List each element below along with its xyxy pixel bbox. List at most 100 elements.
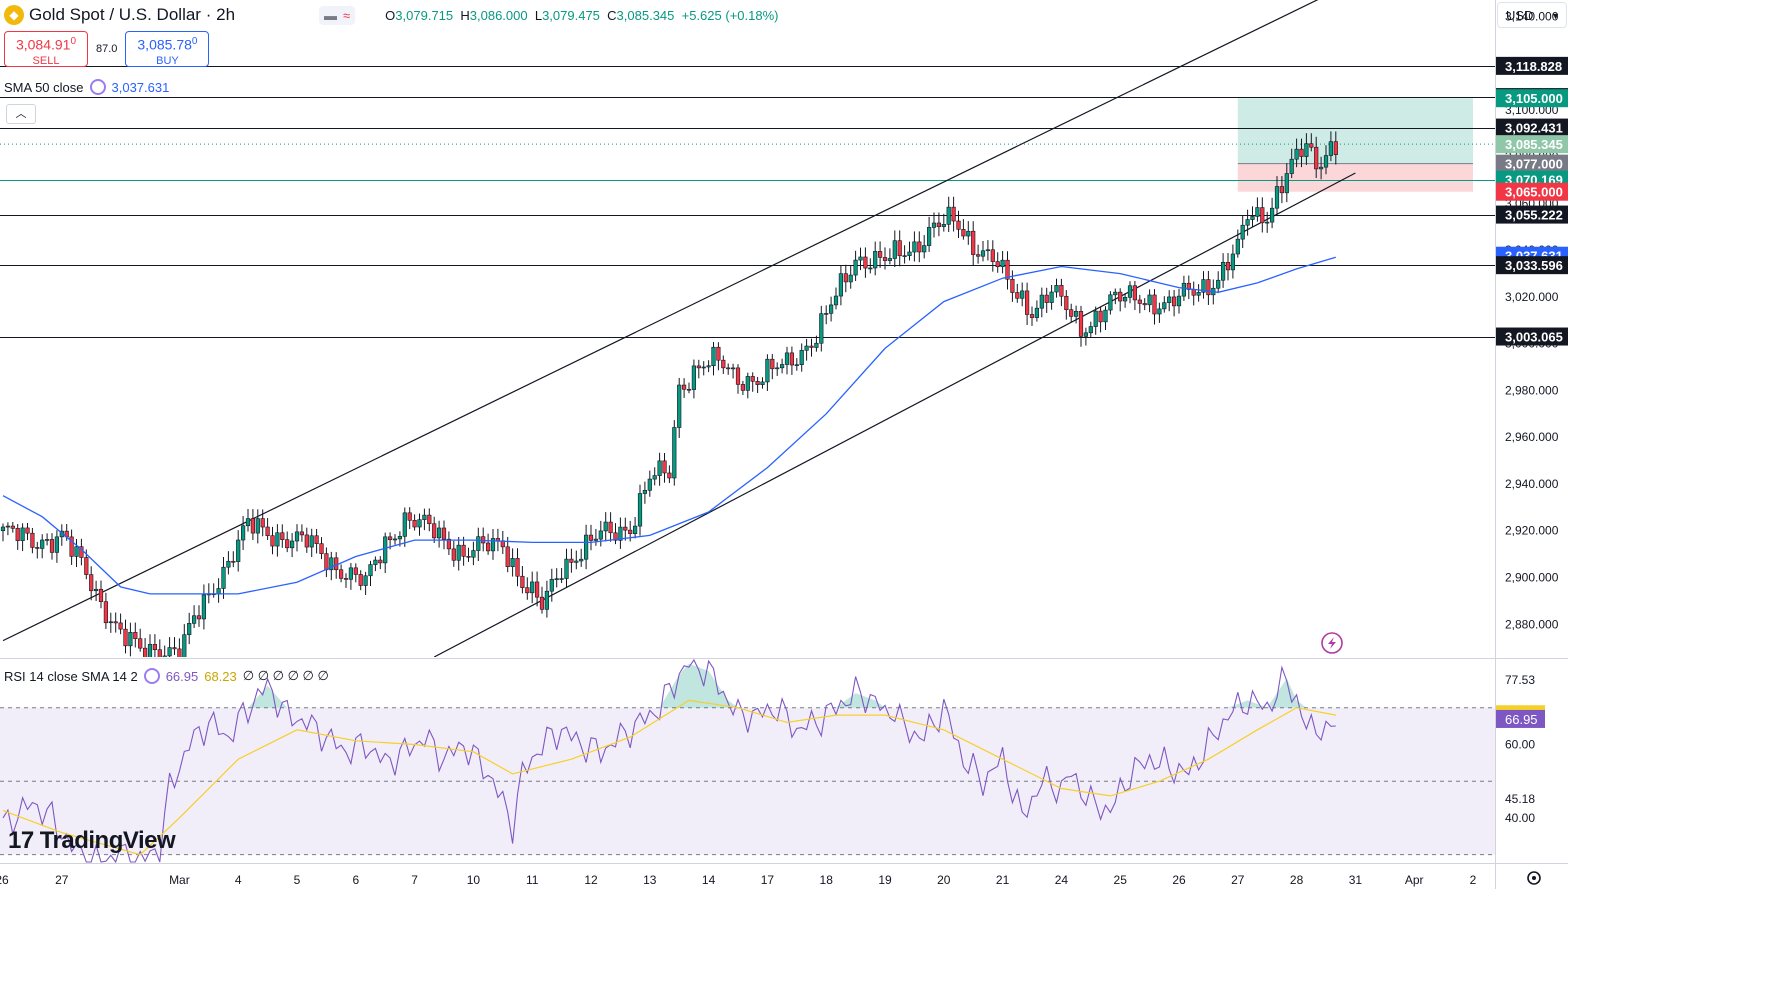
candle-body: [245, 518, 251, 527]
candle-body: [1069, 309, 1074, 317]
candle-body: [1328, 141, 1333, 156]
candle: [833, 287, 839, 310]
buy-button[interactable]: 3,085.780 BUY: [125, 31, 210, 67]
candle-body: [1108, 294, 1113, 311]
candle-body: [691, 365, 696, 390]
candle: [1206, 270, 1211, 306]
time-axis-tick: 17: [761, 873, 775, 887]
candle: [1216, 271, 1221, 294]
candle-body: [1029, 314, 1035, 318]
time-axis-tick: 26: [1172, 873, 1186, 887]
candle: [172, 637, 177, 656]
candle: [412, 514, 417, 531]
candle: [574, 550, 579, 570]
candle: [74, 539, 79, 567]
candle-body: [270, 535, 275, 547]
candle: [926, 216, 932, 252]
candle-body: [1034, 307, 1039, 318]
candle: [922, 235, 927, 259]
candle: [554, 568, 559, 588]
interval-label[interactable]: 2h: [216, 5, 235, 25]
candle: [236, 530, 241, 572]
candle: [613, 523, 618, 545]
candle-body: [1103, 309, 1108, 323]
rsi-axis-badge: 66.95: [1496, 709, 1545, 728]
candle-body: [628, 529, 633, 534]
candle: [275, 524, 280, 557]
candle-body: [255, 518, 260, 534]
candle-body: [44, 539, 50, 541]
candle: [201, 584, 207, 630]
candle-body: [603, 521, 608, 532]
price-badge-text: 3,065.000: [1505, 185, 1563, 200]
candle-body: [74, 546, 79, 557]
candle-body: [250, 518, 256, 534]
symbol-title[interactable]: Gold Spot / U.S. Dollar: [29, 5, 201, 25]
candle-body: [892, 240, 897, 259]
candle-body: [373, 559, 378, 565]
candle: [231, 551, 236, 568]
candle-body: [662, 460, 667, 474]
candle: [1088, 321, 1093, 337]
price-badge-text: 3,077.000: [1505, 157, 1563, 172]
candle-body: [353, 567, 358, 575]
candle: [579, 548, 584, 567]
candle-body: [681, 384, 687, 390]
candle: [804, 338, 809, 361]
price-axis-badge: 3,105.000: [1496, 89, 1568, 108]
rsi-source-icon[interactable]: [143, 668, 160, 684]
indicator-source-icon[interactable]: [89, 79, 106, 95]
time-axis-tick: 5: [294, 873, 301, 887]
candle-body: [530, 581, 535, 594]
brand-name: TradingView: [39, 827, 176, 854]
candle: [1260, 197, 1265, 233]
candle: [877, 241, 883, 268]
candle-body: [1333, 141, 1338, 155]
candle: [1078, 305, 1084, 347]
candle: [770, 353, 775, 380]
currency-selector[interactable]: USD ▼: [1497, 2, 1567, 28]
candle: [819, 305, 824, 352]
candle: [1142, 298, 1147, 311]
time-axis-tick: 20: [937, 873, 951, 887]
time-axis-tick: 25: [1114, 873, 1128, 887]
candle-body: [951, 206, 956, 222]
candle: [569, 548, 574, 573]
collapse-legend-button[interactable]: ︿: [6, 104, 36, 124]
candle-body: [358, 574, 363, 586]
candle: [226, 551, 231, 575]
candle-body: [1098, 310, 1103, 323]
candle: [1118, 288, 1123, 312]
candle-body: [338, 569, 344, 579]
candle: [1245, 209, 1250, 236]
candle: [990, 240, 995, 272]
candle-body: [1000, 259, 1005, 268]
candle: [177, 638, 182, 657]
candle-body: [1039, 294, 1044, 309]
candle: [1000, 251, 1005, 274]
candle: [510, 548, 515, 577]
sell-button[interactable]: 3,084.910 SELL: [4, 31, 88, 67]
sma-legend[interactable]: SMA 50 close 3,037.631: [4, 79, 169, 95]
candle-body: [941, 224, 946, 227]
candle-body: [902, 255, 907, 257]
candle-body: [887, 258, 892, 261]
candle-body: [152, 644, 158, 651]
candle-body: [123, 628, 128, 647]
chart-canvas[interactable]: 3,140.0003,120.0003,100.0003,080.0003,06…: [0, 0, 1568, 889]
candle: [1083, 327, 1088, 346]
candle: [765, 354, 770, 392]
position-target-zone: [1237, 98, 1473, 164]
candle-body: [118, 622, 123, 630]
candle: [1147, 289, 1152, 313]
candle-body: [49, 539, 55, 553]
candle: [853, 250, 858, 281]
candle-body: [309, 535, 314, 548]
candle: [44, 533, 50, 546]
candle-body: [515, 558, 520, 577]
candle: [113, 612, 118, 633]
market-status-pill[interactable]: ▬ ≈: [319, 5, 356, 25]
close-label: C: [607, 7, 617, 23]
rsi-legend[interactable]: RSI 14 close SMA 14 2 66.95 68.23 ∅ ∅ ∅ …: [4, 668, 329, 684]
candle-body: [912, 241, 917, 253]
